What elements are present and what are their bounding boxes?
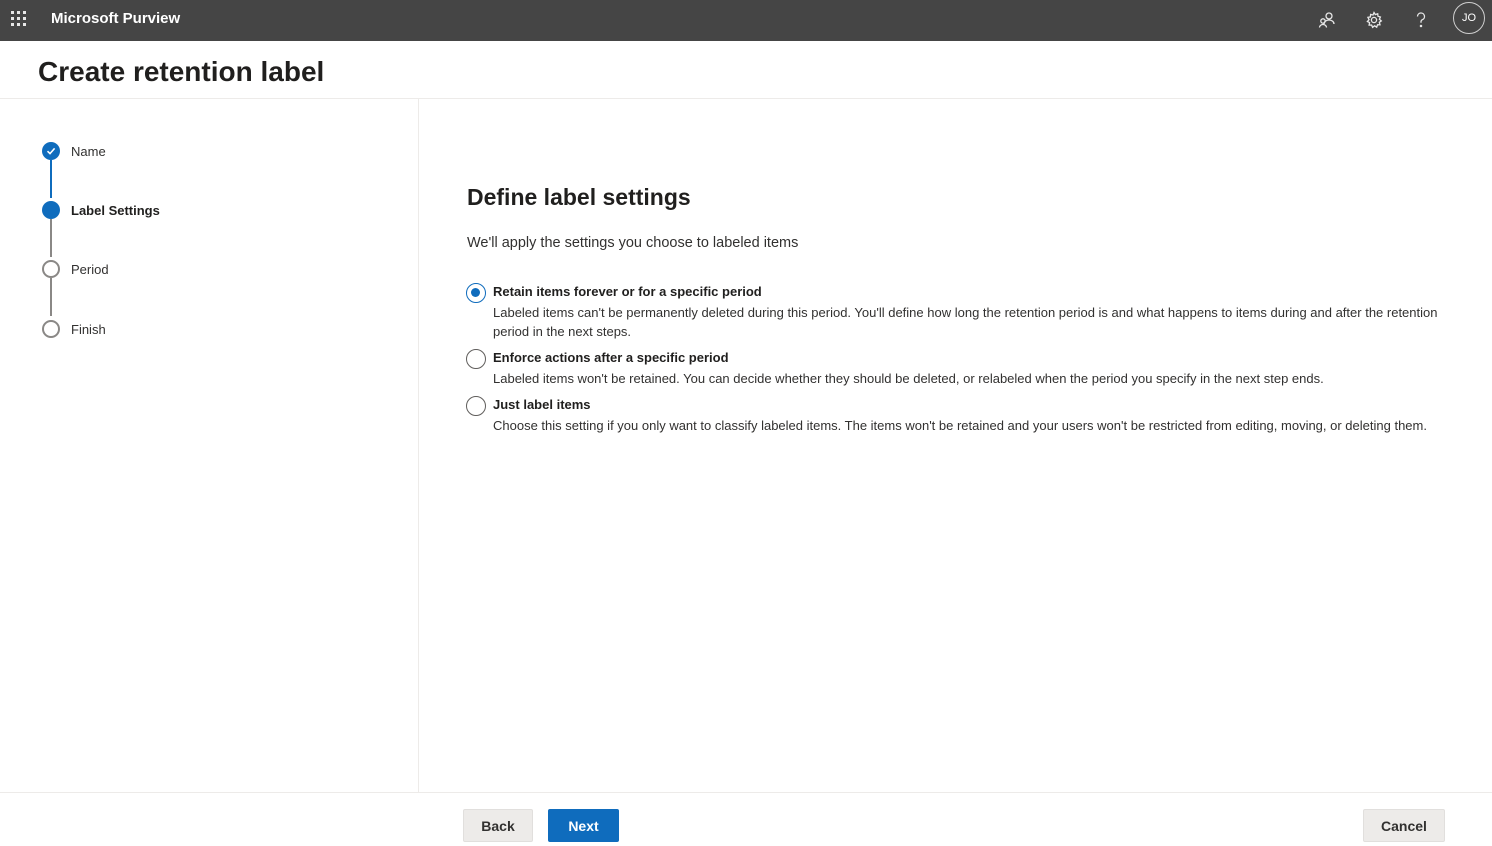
option-title[interactable]: Enforce actions after a specific period xyxy=(493,350,729,365)
header-divider xyxy=(0,98,1492,99)
step-label-settings[interactable]: Label Settings xyxy=(42,201,160,219)
step-label: Period xyxy=(71,261,109,277)
page-title: Create retention label xyxy=(38,56,325,87)
step-finish[interactable]: Finish xyxy=(42,320,106,338)
current-step-icon xyxy=(42,201,60,219)
option-description: Labeled items won't be retained. You can… xyxy=(493,371,1324,386)
step-connector xyxy=(50,278,52,316)
panel-divider xyxy=(418,99,419,793)
section-title: Define label settings xyxy=(467,184,691,210)
avatar[interactable]: JO xyxy=(1453,2,1485,34)
step-label: Name xyxy=(71,143,106,159)
step-period[interactable]: Period xyxy=(42,260,109,278)
option-description: Labeled items can't be permanently delet… xyxy=(493,305,1438,339)
app-name[interactable]: Microsoft Purview xyxy=(51,10,180,27)
help-icon[interactable] xyxy=(1406,5,1436,35)
step-connector xyxy=(50,160,52,198)
waffle-icon[interactable] xyxy=(10,10,28,28)
radio-button[interactable] xyxy=(466,283,486,303)
section-subtitle: We'll apply the settings you choose to l… xyxy=(467,235,799,251)
step-label: Label Settings xyxy=(71,202,160,218)
gear-icon[interactable] xyxy=(1359,5,1389,35)
step-label: Finish xyxy=(71,321,106,337)
pending-step-icon xyxy=(42,260,60,278)
option-title[interactable]: Retain items forever or for a specific p… xyxy=(493,284,762,299)
back-button[interactable]: Back xyxy=(463,809,533,842)
next-button[interactable]: Next xyxy=(548,809,619,842)
cancel-button[interactable]: Cancel xyxy=(1363,809,1445,842)
option-title[interactable]: Just label items xyxy=(493,397,591,412)
footer-divider xyxy=(0,792,1492,793)
radio-button[interactable] xyxy=(466,349,486,369)
community-icon[interactable] xyxy=(1312,5,1342,35)
step-connector xyxy=(50,219,52,257)
checkmark-icon xyxy=(42,142,60,160)
radio-button[interactable] xyxy=(466,396,486,416)
step-name[interactable]: Name xyxy=(42,142,106,160)
option-description: Choose this setting if you only want to … xyxy=(493,418,1427,433)
pending-step-icon xyxy=(42,320,60,338)
top-bar: Microsoft Purview JO xyxy=(0,0,1492,41)
